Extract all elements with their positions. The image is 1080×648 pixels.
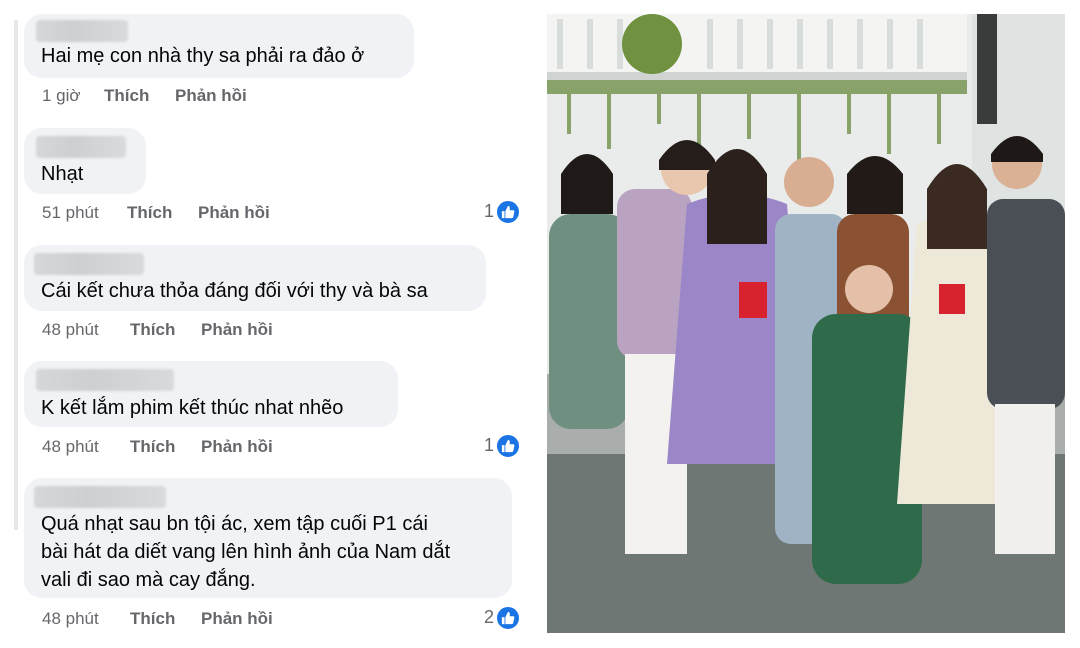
like-button[interactable]: Thích bbox=[127, 203, 172, 223]
comment-time[interactable]: 1 giờ bbox=[42, 86, 81, 106]
comment-text: Nhạt bbox=[41, 163, 84, 185]
family-group-photo-illustration bbox=[547, 14, 1065, 633]
comment-text-line-3: vali đi sao mà cay đắng. bbox=[41, 569, 256, 591]
reaction-count: 1 bbox=[483, 435, 494, 455]
reaction-count: 2 bbox=[483, 607, 494, 627]
reply-button[interactable]: Phản hồi bbox=[201, 609, 273, 629]
thumbs-up-icon bbox=[496, 434, 520, 458]
reply-button[interactable]: Phản hồi bbox=[198, 203, 270, 223]
reply-button[interactable]: Phản hồi bbox=[201, 320, 273, 340]
comment-text: Cái kết chưa thỏa đáng đối với thy và bà… bbox=[41, 280, 428, 302]
comment-bubble: Hai mẹ con nhà thy sa phải ra đảo ở bbox=[24, 14, 414, 78]
comment-text-line-1: Quá nhạt sau bn tội ác, xem tập cuối P1 … bbox=[41, 513, 428, 535]
reaction-summary[interactable]: 1 bbox=[470, 434, 520, 458]
thumbs-up-icon bbox=[496, 200, 520, 224]
comment-bubble: K kết lắm phim kết thúc nhat nhẽo bbox=[24, 361, 398, 427]
blurred-author-name bbox=[36, 20, 128, 42]
comment-time[interactable]: 48 phút bbox=[42, 437, 99, 457]
like-button[interactable]: Thích bbox=[130, 609, 175, 629]
blurred-author-name bbox=[34, 253, 144, 275]
like-button[interactable]: Thích bbox=[130, 320, 175, 340]
comment-text: Hai mẹ con nhà thy sa phải ra đảo ở bbox=[41, 45, 365, 67]
like-button[interactable]: Thích bbox=[104, 86, 149, 106]
blurred-author-name bbox=[36, 136, 126, 158]
reaction-summary[interactable]: 1 bbox=[470, 200, 520, 224]
comment-time[interactable]: 51 phút bbox=[42, 203, 99, 223]
reply-button[interactable]: Phản hồi bbox=[175, 86, 247, 106]
blurred-author-name bbox=[36, 369, 174, 391]
cast-photo bbox=[547, 14, 1065, 633]
comment-text: K kết lắm phim kết thúc nhat nhẽo bbox=[41, 397, 344, 419]
reaction-summary[interactable]: 2 bbox=[470, 606, 520, 630]
thumbs-up-icon bbox=[496, 606, 520, 630]
comment-bubble: Quá nhạt sau bn tội ác, xem tập cuối P1 … bbox=[24, 478, 512, 598]
comment-text-line-2: bài hát da diết vang lên hình ảnh của Na… bbox=[41, 541, 451, 563]
comments-panel: Hai mẹ con nhà thy sa phải ra đảo ở 1 gi… bbox=[0, 0, 540, 648]
reaction-count: 1 bbox=[483, 201, 494, 221]
comment-bubble: Nhạt bbox=[24, 128, 146, 194]
reply-button[interactable]: Phản hồi bbox=[201, 437, 273, 457]
like-button[interactable]: Thích bbox=[130, 437, 175, 457]
thread-line bbox=[14, 20, 18, 530]
comment-bubble: Cái kết chưa thỏa đáng đối với thy và bà… bbox=[24, 245, 486, 311]
comment-time[interactable]: 48 phút bbox=[42, 609, 99, 629]
comment-time[interactable]: 48 phút bbox=[42, 320, 99, 340]
blurred-author-name bbox=[34, 486, 166, 508]
